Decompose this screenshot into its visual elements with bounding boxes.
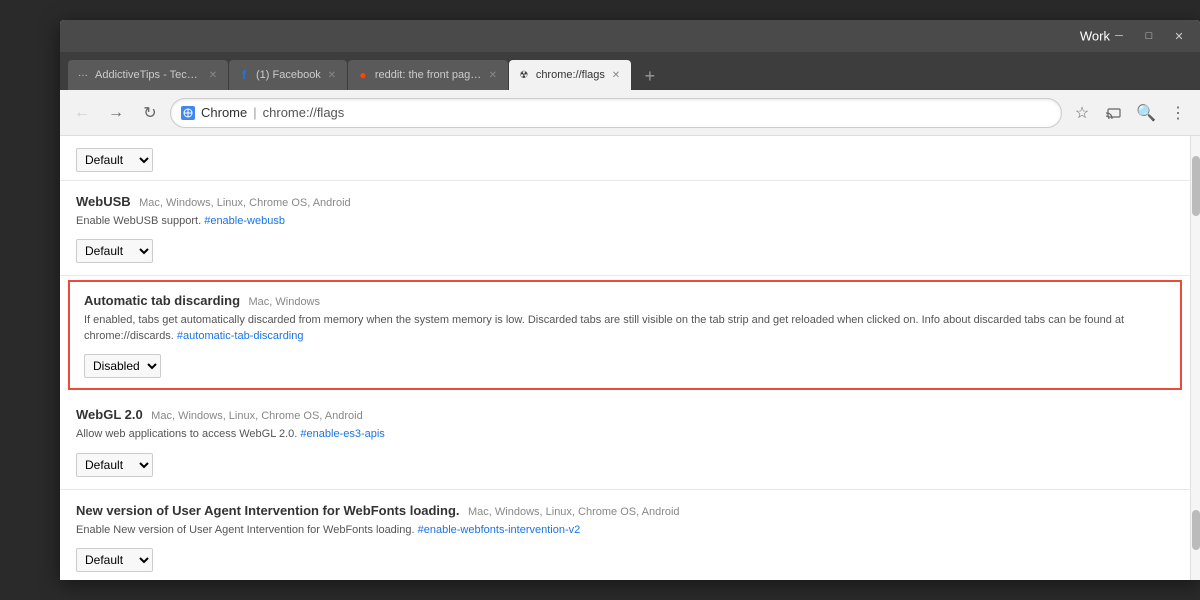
- tab-favicon-reddit: ●: [356, 68, 370, 82]
- flag-dropdown-auto-tab-discard[interactable]: Default Enabled Disabled: [84, 354, 161, 378]
- flag-section-auto-tab-discard: Automatic tab discarding Mac, Windows If…: [68, 280, 1182, 390]
- content-area: Default Enabled Disabled WebUSB Mac, Win…: [60, 136, 1200, 580]
- chrome-window: Work ─ □ ✕ ··· AddictiveTips - Tech tips…: [60, 20, 1200, 580]
- url-bar[interactable]: Chrome | chrome://flags: [170, 98, 1062, 128]
- flag-desc-webgl2: Allow web applications to access WebGL 2…: [76, 427, 1174, 442]
- forward-button[interactable]: →: [102, 99, 130, 127]
- address-bar: ← → ↻ Chrome | chrome://flags ☆ 🔍 ⋮: [60, 90, 1200, 136]
- flag-platform-auto-tab-discard: Mac, Windows: [248, 296, 320, 308]
- flag-header-webusb: WebUSB Mac, Windows, Linux, Chrome OS, A…: [76, 193, 1174, 211]
- scrollbar-thumb-bottom: [1192, 510, 1200, 550]
- tab-close-facebook[interactable]: ✕: [325, 68, 339, 82]
- top-dropdown[interactable]: Default Enabled Disabled: [76, 148, 153, 172]
- tab-bar: ··· AddictiveTips - Tech tips ✕ f (1) Fa…: [60, 52, 1200, 90]
- flag-dropdown-webgl2[interactable]: Default Enabled Disabled: [76, 453, 153, 477]
- flag-platform-webusb: Mac, Windows, Linux, Chrome OS, Android: [139, 197, 351, 209]
- flag-header-webgl2: WebGL 2.0 Mac, Windows, Linux, Chrome OS…: [76, 406, 1174, 424]
- tab-favicon-flags: ☢: [517, 68, 531, 82]
- menu-button[interactable]: ⋮: [1164, 99, 1192, 127]
- flag-dropdown-webusb[interactable]: Default Enabled Disabled: [76, 239, 153, 263]
- reload-button[interactable]: ↻: [136, 99, 164, 127]
- new-tab-button[interactable]: +: [636, 62, 664, 90]
- work-label: Work: [1080, 29, 1110, 44]
- tab-favicon-facebook: f: [237, 68, 251, 82]
- tab-title-flags: chrome://flags: [536, 69, 605, 81]
- flag-link-webusb[interactable]: #enable-webusb: [204, 215, 285, 227]
- flag-section-webfonts: New version of User Agent Intervention f…: [60, 490, 1190, 580]
- top-section: Default Enabled Disabled: [60, 136, 1190, 181]
- site-icon: [181, 106, 195, 120]
- tab-close-flags[interactable]: ✕: [609, 68, 623, 82]
- tab-close-additivetips[interactable]: ✕: [206, 68, 220, 82]
- cast-button[interactable]: [1100, 99, 1128, 127]
- window-controls: ─ □ ✕: [1106, 27, 1192, 45]
- flags-content: Default Enabled Disabled WebUSB Mac, Win…: [60, 136, 1190, 580]
- flag-desc-webusb: Enable WebUSB support. #enable-webusb: [76, 214, 1174, 229]
- flag-name-auto-tab-discard: Automatic tab discarding: [84, 293, 240, 308]
- flag-platform-webgl2: Mac, Windows, Linux, Chrome OS, Android: [151, 410, 363, 422]
- back-button[interactable]: ←: [68, 99, 96, 127]
- flag-name-webfonts: New version of User Agent Intervention f…: [76, 503, 460, 518]
- url-separator: |: [253, 105, 256, 120]
- address-bar-actions: ☆ 🔍 ⋮: [1068, 99, 1192, 127]
- scrollbar-thumb-top: [1192, 156, 1200, 216]
- flag-name-webgl2: WebGL 2.0: [76, 407, 143, 422]
- flag-header-webfonts: New version of User Agent Intervention f…: [76, 502, 1174, 520]
- title-bar: Work ─ □ ✕: [60, 20, 1200, 52]
- scrollbar[interactable]: [1190, 136, 1200, 580]
- flag-section-webgl2: WebGL 2.0 Mac, Windows, Linux, Chrome OS…: [60, 394, 1190, 489]
- flag-platform-webfonts: Mac, Windows, Linux, Chrome OS, Android: [468, 506, 680, 518]
- maximize-button[interactable]: □: [1136, 27, 1162, 45]
- close-button[interactable]: ✕: [1166, 27, 1192, 45]
- tab-close-reddit[interactable]: ✕: [486, 68, 500, 82]
- flag-section-webusb: WebUSB Mac, Windows, Linux, Chrome OS, A…: [60, 181, 1190, 276]
- flag-desc-webfonts: Enable New version of User Agent Interve…: [76, 523, 1174, 538]
- flag-header-auto-tab-discard: Automatic tab discarding Mac, Windows: [84, 292, 1166, 310]
- flag-dropdown-webfonts[interactable]: Default Enabled Disabled: [76, 548, 153, 572]
- tab-title-additivetips: AddictiveTips - Tech tips: [95, 69, 202, 81]
- bookmark-button[interactable]: ☆: [1068, 99, 1096, 127]
- tab-additivetips[interactable]: ··· AddictiveTips - Tech tips ✕: [68, 60, 228, 90]
- flag-link-auto-tab-discard[interactable]: #automatic-tab-discarding: [177, 330, 304, 342]
- url-path: chrome://flags: [263, 105, 345, 120]
- url-site-name: Chrome: [201, 105, 247, 120]
- tab-reddit[interactable]: ● reddit: the front page of ✕: [348, 60, 508, 90]
- flag-link-webgl2[interactable]: #enable-es3-apis: [300, 428, 384, 440]
- tab-title-reddit: reddit: the front page of: [375, 69, 482, 81]
- tab-title-facebook: (1) Facebook: [256, 69, 321, 81]
- flag-desc-auto-tab-discard: If enabled, tabs get automatically disca…: [84, 313, 1166, 344]
- flag-link-webfonts[interactable]: #enable-webfonts-intervention-v2: [418, 524, 581, 536]
- tab-favicon-additivetips: ···: [76, 68, 90, 82]
- flag-name-webusb: WebUSB: [76, 194, 131, 209]
- tab-flags[interactable]: ☢ chrome://flags ✕: [509, 60, 631, 90]
- zoom-button[interactable]: 🔍: [1132, 99, 1160, 127]
- tab-facebook[interactable]: f (1) Facebook ✕: [229, 60, 347, 90]
